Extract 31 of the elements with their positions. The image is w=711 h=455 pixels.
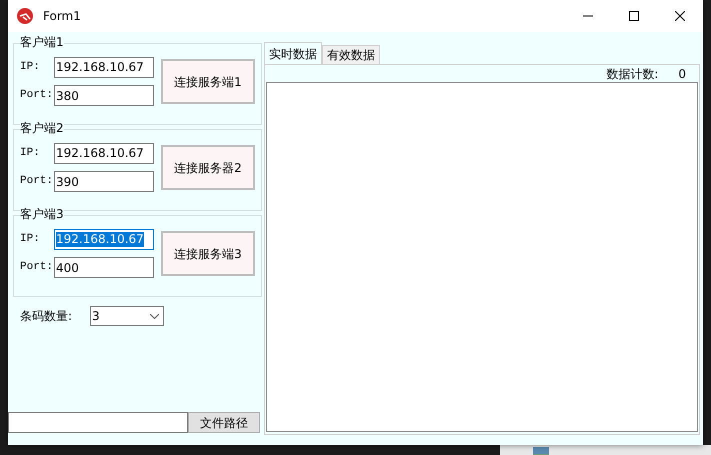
connect-button[interactable]: 连接服务端1 bbox=[161, 59, 255, 104]
ip-field[interactable]: 192.168.10.67 bbox=[54, 143, 154, 164]
group-title: 客户端1 bbox=[20, 35, 64, 49]
port-field[interactable]: 380 bbox=[54, 85, 154, 106]
chevron-down-icon bbox=[150, 314, 159, 318]
close-icon bbox=[675, 11, 685, 21]
maximize-icon bbox=[629, 11, 639, 21]
port-label: Port: bbox=[20, 174, 54, 190]
ip-field[interactable]: 192.168.10.67 bbox=[54, 57, 154, 78]
ip-label: IP: bbox=[20, 232, 41, 248]
ip-field[interactable]: 192.168.10.67 bbox=[54, 229, 154, 250]
window-title: Form1 bbox=[43, 8, 81, 25]
data-count-label: 数据计数: bbox=[606, 66, 658, 82]
dropdown-value: 3 bbox=[92, 308, 101, 325]
ip-label: IP: bbox=[20, 60, 41, 76]
group-title: 客户端2 bbox=[20, 121, 64, 135]
port-field[interactable]: 400 bbox=[54, 257, 154, 278]
barcode-count-label: 条码数量: bbox=[20, 308, 74, 325]
barcode-count-dropdown[interactable]: 3 bbox=[90, 306, 164, 326]
tab[interactable]: 实时数据 bbox=[264, 42, 322, 64]
app-icon bbox=[17, 8, 33, 24]
connect-button[interactable]: 连接服务器2 bbox=[161, 145, 255, 190]
group-title: 客户端3 bbox=[20, 207, 64, 221]
file-path-button[interactable]: 文件路径 bbox=[188, 412, 260, 433]
port-field[interactable]: 390 bbox=[54, 171, 154, 192]
connect-button[interactable]: 连接服务端3 bbox=[161, 231, 255, 276]
data-count-value: 0 bbox=[678, 66, 686, 82]
port-label: Port: bbox=[20, 260, 54, 276]
port-label: Port: bbox=[20, 88, 54, 104]
ip-label: IP: bbox=[20, 146, 41, 162]
tab[interactable]: 有效数据 bbox=[322, 45, 380, 64]
